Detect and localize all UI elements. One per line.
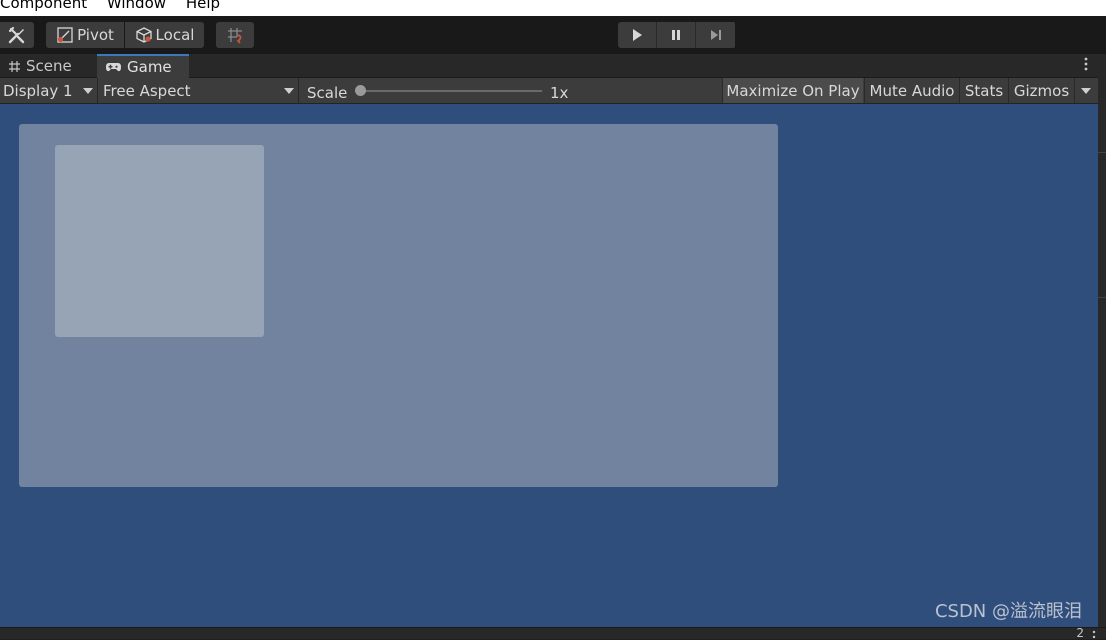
view-tab-strip: Scene Game <box>0 54 1098 78</box>
tab-game[interactable]: Game <box>97 54 189 78</box>
local-cube-icon <box>135 26 153 44</box>
chevron-down-icon <box>284 88 294 94</box>
menu-bar: Component Window Help <box>0 0 1106 16</box>
divider <box>1098 297 1106 298</box>
grid-snap-icon <box>225 25 245 45</box>
step-button[interactable] <box>696 22 735 48</box>
divider <box>1098 152 1106 153</box>
mute-audio-label: Mute Audio <box>869 81 955 100</box>
gamepad-icon <box>105 61 122 73</box>
tools-button[interactable] <box>0 22 34 48</box>
chevron-down-icon <box>1081 88 1091 94</box>
maximize-on-play-toggle[interactable]: Maximize On Play <box>722 78 863 103</box>
tab-scene[interactable]: Scene <box>0 54 96 78</box>
step-icon <box>709 28 723 42</box>
right-panel-edge <box>1098 54 1106 627</box>
pivot-label: Pivot <box>77 26 114 44</box>
tab-scene-label: Scene <box>26 57 72 75</box>
game-view-toolbar: Display 1 Free Aspect Scale 1x Maximize … <box>0 78 1098 104</box>
pivot-button[interactable]: Pivot <box>46 22 124 48</box>
scale-value: 1x <box>550 83 569 102</box>
scale-slider-handle[interactable] <box>355 85 366 96</box>
grid-snap-button[interactable] <box>216 22 254 48</box>
gizmos-toggle[interactable]: Gizmos <box>1008 78 1074 103</box>
tab-menu-button[interactable] <box>1084 57 1088 75</box>
play-icon <box>630 28 644 42</box>
maximize-on-play-label: Maximize On Play <box>726 81 860 100</box>
playmode-controls <box>618 22 736 48</box>
local-button[interactable]: Local <box>125 22 204 48</box>
more-vertical-icon <box>1084 57 1088 71</box>
display-label: Display 1 <box>3 81 73 100</box>
stats-label: Stats <box>964 81 1004 100</box>
aspect-label: Free Aspect <box>103 81 191 100</box>
gizmos-dropdown[interactable] <box>1074 78 1098 103</box>
grid-icon <box>8 60 21 73</box>
pause-button[interactable] <box>657 22 696 48</box>
menu-window[interactable]: Window <box>107 0 166 11</box>
game-viewport[interactable]: CSDN @溢流眼泪 <box>0 104 1098 627</box>
tab-game-label: Game <box>127 58 172 76</box>
main-toolbar: Pivot Local <box>0 16 1106 54</box>
local-label: Local <box>155 26 195 44</box>
gizmos-label: Gizmos <box>1013 81 1070 100</box>
display-dropdown[interactable]: Display 1 <box>0 78 97 103</box>
watermark: CSDN @溢流眼泪 <box>934 601 1082 622</box>
mute-audio-toggle[interactable]: Mute Audio <box>864 78 959 103</box>
play-button[interactable] <box>618 22 657 48</box>
bottom-count: 2 <box>1076 626 1084 640</box>
ui-inner-panel <box>55 145 264 337</box>
ui-panel <box>19 124 778 487</box>
scale-label: Scale <box>307 83 348 102</box>
aspect-dropdown[interactable]: Free Aspect <box>97 78 298 103</box>
pivot-icon <box>56 26 74 44</box>
pause-icon <box>669 28 683 42</box>
menu-component[interactable]: Component <box>0 0 87 11</box>
menu-help[interactable]: Help <box>186 0 220 11</box>
scale-slider-track[interactable] <box>360 90 542 92</box>
stats-toggle[interactable]: Stats <box>959 78 1008 103</box>
bottom-panel-strip: 2 <box>0 627 1106 639</box>
chevron-down-icon <box>83 88 93 94</box>
tools-icon <box>7 25 27 45</box>
